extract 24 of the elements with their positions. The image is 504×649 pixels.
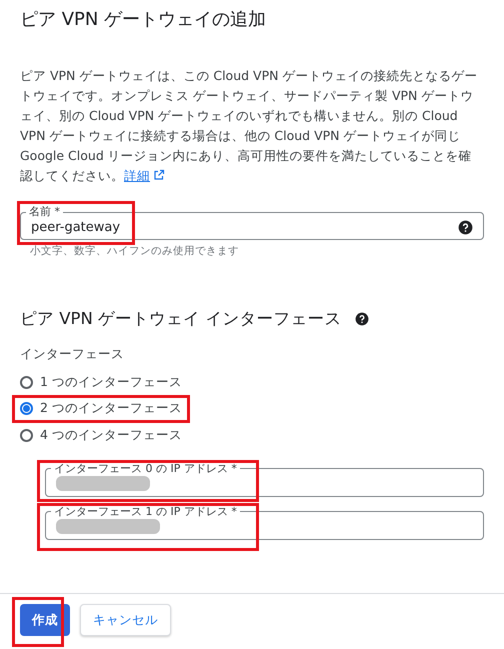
help-icon[interactable] xyxy=(355,312,370,326)
learn-more-link[interactable]: 詳細 xyxy=(124,168,165,183)
field-hint: 小文字、数字、ハイフンのみ使用できます xyxy=(30,244,240,258)
radio-button[interactable] xyxy=(20,376,33,389)
option-label: 1 つのインターフェース xyxy=(40,374,182,391)
section-title: ピア VPN ゲートウェイ インターフェース xyxy=(20,308,342,330)
help-icon[interactable] xyxy=(458,220,473,234)
field-label: インターフェース 1 の IP アドレス * xyxy=(53,506,238,518)
description-text: ピア VPN ゲートウェイは、この Cloud VPN ゲートウェイの接続先となるゲートウェイです。オンプレミス ゲートウェイ、サードパーティ製 VPN ゲートウェイ、別の Cloud VPN ゲートウェイのいずれでも構いません。別の Cloud VPN ゲートウェイに接続する場合は、他の Cloud VPN ゲートウェイが同じ Google Cloud リージョン内にあり、高可用性の要件を満たしていることを確認してください。詳細 xyxy=(20,67,478,185)
option-label: 4 つのインターフェース xyxy=(40,426,182,444)
option-label: 2 つのインターフェース xyxy=(40,400,182,418)
field-value: peer-gateway xyxy=(31,220,122,234)
create-button[interactable]: 作成 xyxy=(20,604,70,636)
radio-button[interactable] xyxy=(20,428,33,442)
cancel-button[interactable]: キャンセル xyxy=(80,604,171,636)
dialog-title: ピア VPN ゲートウェイの追加 xyxy=(20,8,268,32)
field-label: 名前 * xyxy=(28,206,61,218)
field-label: インターフェース 0 の IP アドレス * xyxy=(53,462,238,474)
external-link-icon xyxy=(153,169,165,181)
radio-button[interactable] xyxy=(20,402,33,416)
group-label: インターフェース xyxy=(20,346,125,363)
ip-address-field[interactable]: インターフェース 1 の IP アドレス * xyxy=(45,506,484,540)
name-field[interactable]: 名前 * peer-gateway xyxy=(20,206,484,240)
ip-address-field[interactable]: インターフェース 0 の IP アドレス * xyxy=(45,462,484,496)
